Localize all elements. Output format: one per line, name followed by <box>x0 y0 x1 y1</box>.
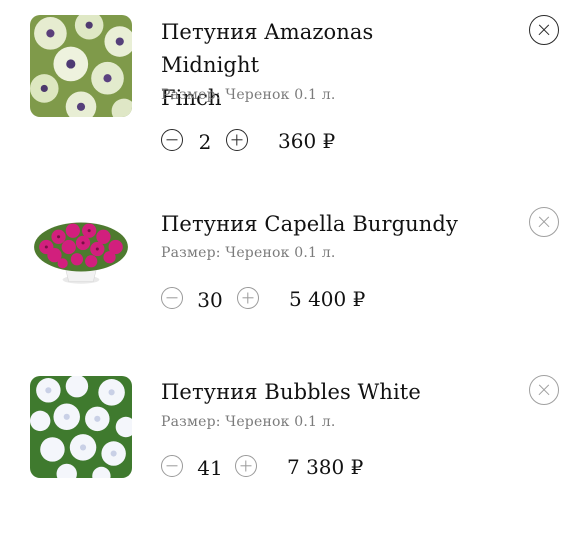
product-image[interactable] <box>30 376 132 478</box>
minus-icon[interactable] <box>161 129 183 151</box>
close-icon[interactable] <box>529 15 559 45</box>
plus-icon[interactable] <box>235 455 257 477</box>
cart-list: Петуния Amazonas Midnight Finch Размер: … <box>0 0 588 540</box>
minus-icon[interactable] <box>161 287 183 309</box>
cart-item: Петуния Bubbles White Размер: Черенок 0.… <box>0 360 588 540</box>
product-title-line: Петуния Amazonas Midnight <box>161 20 374 77</box>
item-price: 7 380 ₽ <box>287 455 364 479</box>
product-title[interactable]: Петуния Capella Burgundy <box>161 208 471 241</box>
product-size: Размер: Черенок 0.1 л. <box>161 414 336 430</box>
product-title[interactable]: Петуния Bubbles White <box>161 376 471 409</box>
plus-icon[interactable] <box>226 129 248 151</box>
product-size: Размер: Черенок 0.1 л. <box>161 87 336 103</box>
petunia-bubbles-white-photo <box>30 376 132 478</box>
product-image[interactable] <box>30 15 132 117</box>
minus-icon[interactable] <box>161 455 183 477</box>
close-icon[interactable] <box>529 375 559 405</box>
cart-item: Петуния Capella Burgundy Размер: Черенок… <box>0 180 588 360</box>
petunia-amazonas-midnight-finch-photo <box>30 15 132 117</box>
quantity-controls: 41 7 380 ₽ <box>161 455 391 481</box>
quantity-controls: 30 5 400 ₽ <box>161 287 391 313</box>
petunia-capella-burgundy-photo <box>30 196 132 298</box>
product-size: Размер: Черенок 0.1 л. <box>161 245 336 261</box>
close-icon[interactable] <box>529 207 559 237</box>
quantity-value: 30 <box>197 288 223 312</box>
plus-icon[interactable] <box>237 287 259 309</box>
quantity-value: 41 <box>197 456 223 480</box>
product-image[interactable] <box>30 196 132 298</box>
quantity-value: 2 <box>198 130 212 154</box>
cart-item: Петуния Amazonas Midnight Finch Размер: … <box>0 0 588 180</box>
item-price: 360 ₽ <box>278 129 336 153</box>
item-price: 5 400 ₽ <box>289 287 366 311</box>
quantity-controls: 2 360 ₽ <box>161 129 361 155</box>
